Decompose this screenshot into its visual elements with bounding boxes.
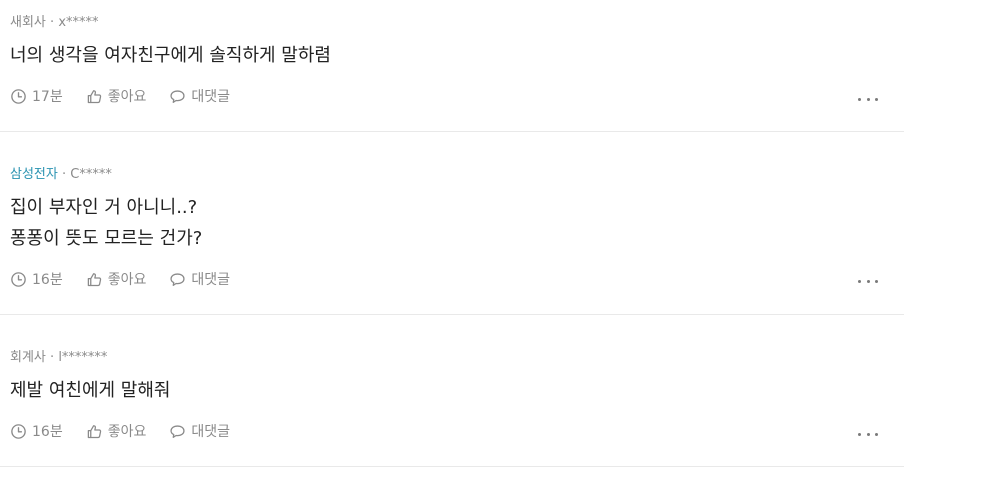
- comment-author: 회계사 · l*******: [10, 350, 107, 366]
- author-separator: ·: [50, 350, 55, 365]
- like-button[interactable]: 좋아요: [86, 269, 147, 289]
- comment-meta: 17분 좋아요 대댓글: [10, 86, 253, 106]
- reply-label: 대댓글: [191, 89, 230, 105]
- thumbs-up-icon: [87, 424, 101, 438]
- thumbs-up-icon: [87, 89, 101, 103]
- more-options-button[interactable]: [858, 428, 878, 440]
- comment-time: 17분: [10, 86, 63, 106]
- more-options-button[interactable]: [858, 93, 878, 105]
- clock-icon: [11, 423, 26, 439]
- speech-bubble-icon: [170, 89, 185, 103]
- comment-author: 삼성전자 · C*****: [10, 167, 112, 183]
- comment-text-line: 집이 부자인 거 아니니..?: [10, 197, 198, 218]
- speech-bubble-icon: [170, 424, 185, 438]
- reply-label: 대댓글: [191, 272, 230, 288]
- clock-icon: [11, 271, 26, 287]
- more-dots-icon: [866, 279, 870, 283]
- comment-time-text: 17분: [32, 89, 63, 105]
- comment-time-text: 16분: [32, 272, 63, 288]
- more-options-button[interactable]: [858, 275, 878, 287]
- author-company[interactable]: 새회사: [10, 15, 46, 30]
- comment-item: 삼성전자 · C***** 집이 부자인 거 아니니..? 퐁퐁이 뜻도 모르는…: [0, 132, 904, 315]
- comment-item: 회계사 · l******* 제발 여친에게 말해줘 16분 좋아요 대댓글: [0, 315, 904, 467]
- reply-button[interactable]: 대댓글: [169, 421, 230, 441]
- reply-button[interactable]: 대댓글: [169, 269, 230, 289]
- comment-text-line: 퐁퐁이 뜻도 모르는 건가?: [10, 228, 203, 249]
- like-button[interactable]: 좋아요: [86, 86, 147, 106]
- more-dots-icon: [875, 97, 878, 101]
- like-label: 좋아요: [107, 89, 147, 105]
- comment-meta: 16분 좋아요 대댓글: [10, 269, 253, 289]
- author-nickname: l*******: [58, 350, 108, 365]
- like-label: 좋아요: [107, 272, 147, 288]
- author-company[interactable]: 회계사: [10, 350, 46, 365]
- clock-icon: [11, 88, 26, 104]
- author-nickname: x*****: [58, 15, 99, 30]
- comment-time-text: 16분: [32, 424, 63, 440]
- comment-time: 16분: [10, 269, 63, 289]
- comment-text-line: 너의 생각을 여자친구에게 솔직하게 말하렴: [10, 45, 331, 66]
- author-separator: ·: [50, 15, 55, 30]
- reply-label: 대댓글: [191, 424, 230, 440]
- comment-content: 너의 생각을 여자친구에게 솔직하게 말하렴: [10, 40, 331, 71]
- thumbs-up-icon: [87, 272, 101, 286]
- more-dots-icon: [858, 279, 861, 283]
- like-button[interactable]: 좋아요: [86, 421, 147, 441]
- more-dots-icon: [875, 279, 878, 283]
- more-dots-icon: [866, 97, 870, 101]
- reply-button[interactable]: 대댓글: [169, 86, 230, 106]
- comment-author: 새회사 · x*****: [10, 15, 99, 31]
- comment-content: 제발 여친에게 말해줘: [10, 375, 170, 406]
- comment-content: 집이 부자인 거 아니니..? 퐁퐁이 뜻도 모르는 건가?: [10, 192, 202, 254]
- more-dots-icon: [875, 432, 878, 436]
- author-company[interactable]: 삼성전자: [10, 167, 58, 182]
- comment-list: 새회사 · x***** 너의 생각을 여자친구에게 솔직하게 말하렴 17분 …: [0, 0, 904, 467]
- like-label: 좋아요: [107, 424, 147, 440]
- more-dots-icon: [858, 97, 861, 101]
- more-dots-icon: [866, 432, 870, 436]
- comment-time: 16분: [10, 421, 63, 441]
- more-dots-icon: [858, 432, 861, 436]
- speech-bubble-icon: [170, 272, 185, 286]
- comment-item: 새회사 · x***** 너의 생각을 여자친구에게 솔직하게 말하렴 17분 …: [0, 0, 904, 132]
- comment-meta: 16분 좋아요 대댓글: [10, 421, 253, 441]
- author-separator: ·: [61, 167, 67, 182]
- author-nickname: C*****: [70, 167, 112, 182]
- comment-text-line: 제발 여친에게 말해줘: [10, 380, 171, 401]
